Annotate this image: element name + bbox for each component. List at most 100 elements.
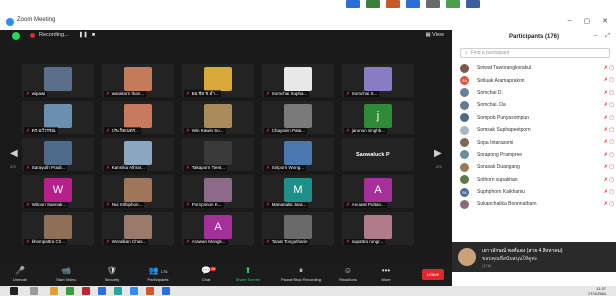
close-icon[interactable]: ✕ bbox=[602, 17, 608, 25]
participant-name: ✗ Woralkan Chas... bbox=[104, 239, 149, 245]
video-tile[interactable]: ✗ khompattra Ch... bbox=[22, 212, 94, 245]
muted-mic-icon: ✗ bbox=[266, 91, 270, 96]
chat-notification[interactable]: เยาวลักษณ์ พงศ์แสง (สาย 4 สิงหาคม) ขอบคุ… bbox=[452, 242, 616, 272]
participant-row[interactable]: SK Suphphorn Kaikhamu ✗ ▢ bbox=[452, 186, 616, 198]
leave-button[interactable]: Leave bbox=[422, 269, 444, 280]
app-icon[interactable] bbox=[98, 287, 106, 295]
taskbar-clock[interactable]: 11:37 27/4/2564 bbox=[588, 286, 606, 296]
view-button[interactable]: ▦ View bbox=[425, 32, 444, 38]
participant-name: Somchai. Da bbox=[477, 102, 506, 109]
participant-row[interactable]: Sorapong Prampree ✗ ▢ bbox=[452, 149, 616, 161]
video-tile[interactable]: ✗ supattra rungr... bbox=[342, 212, 414, 245]
avatar bbox=[460, 100, 469, 110]
participant-list: Siriwat Taworangkorakul ✗ ▢ SA Siriluak Ara… bbox=[452, 62, 616, 211]
app-icon[interactable] bbox=[346, 0, 360, 8]
participant-row[interactable]: Somsak Suphapeetporn ✗ ▢ bbox=[452, 124, 616, 136]
muted-mic-icon: ✗ bbox=[26, 239, 30, 244]
muted-mic-icon: ✗ ▢ bbox=[603, 151, 614, 158]
participant-row[interactable]: Sopa Intarasomi ✗ ▢ bbox=[452, 136, 616, 148]
shield-icon[interactable] bbox=[12, 32, 20, 40]
video-tile[interactable]: ✗ Somchai Supha... bbox=[262, 64, 334, 97]
next-page-arrow-icon[interactable]: ▶ bbox=[434, 148, 442, 159]
maximize-icon[interactable]: ▢ bbox=[584, 17, 591, 25]
app-icon[interactable] bbox=[426, 0, 440, 8]
video-tile[interactable]: ✗ ผอ.ชัย ช.อำ... bbox=[182, 64, 254, 97]
stop-icon[interactable]: ■ bbox=[92, 32, 95, 38]
participant-row[interactable]: Somchai. Da ✗ ▢ bbox=[452, 99, 616, 111]
video-tile[interactable]: ✗ warakorn than... bbox=[102, 64, 174, 97]
security-button[interactable]: 🛡 Security bbox=[94, 266, 130, 282]
chat-button[interactable]: 💬 Chat 16 bbox=[188, 266, 224, 282]
app-icon[interactable] bbox=[82, 287, 90, 295]
participants-button[interactable]: 👥 176 Participants bbox=[140, 266, 176, 282]
participant-row[interactable]: SA Siriluak Aramaprakon ✗ ▢ bbox=[452, 74, 616, 86]
zoom-taskbar-icon[interactable] bbox=[130, 287, 138, 295]
video-tile[interactable]: ✗ ประกิตเนตร... bbox=[102, 101, 174, 134]
participant-name: ✗ Siriporn Wong... bbox=[264, 165, 306, 171]
participant-row[interactable]: Somchai D. ✗ ▢ bbox=[452, 87, 616, 99]
video-tile[interactable]: M ✗ Mananalai Jara... bbox=[262, 175, 334, 208]
participant-name: ✗ Win Kawin So... bbox=[184, 128, 226, 134]
participant-row[interactable]: Sorasak Duangang ✗ ▢ bbox=[452, 161, 616, 173]
participant-row[interactable]: Sukanchalika Boonnatham ✗ ▢ bbox=[452, 198, 616, 210]
participant-name: ✗ Tanat Tongutharin bbox=[264, 239, 310, 245]
minimize-icon[interactable]: – bbox=[594, 33, 597, 40]
app-icon[interactable] bbox=[162, 287, 170, 295]
prev-page-arrow-icon[interactable]: ◀ bbox=[10, 148, 18, 159]
video-tile[interactable]: ✗ Win Kawin So... bbox=[182, 101, 254, 134]
video-tile[interactable]: ✗ Chayanin Pata... bbox=[262, 101, 334, 134]
video-tile[interactable]: ✗ Nui Sithiphon... bbox=[102, 175, 174, 208]
participant-row[interactable]: Sompob Punyasompun ✗ ▢ bbox=[452, 112, 616, 124]
app-icon[interactable] bbox=[406, 0, 420, 8]
muted-mic-icon: ✗ ▢ bbox=[603, 139, 614, 146]
avatar bbox=[284, 141, 312, 165]
video-tile[interactable]: W ✗ Witoon Saenak... bbox=[22, 175, 94, 208]
video-tile[interactable]: ✗ Tanat Tongutharin bbox=[262, 212, 334, 245]
video-tile[interactable]: ✗ Woralkan Chas... bbox=[102, 212, 174, 245]
popout-icon[interactable]: ⤢ bbox=[605, 33, 610, 40]
pause-icon[interactable]: ❚❚ bbox=[79, 32, 88, 38]
muted-mic-icon: ✗ bbox=[186, 165, 190, 170]
minimize-icon[interactable]: – bbox=[568, 17, 572, 25]
participant-name: ✗ Pornpimon K... bbox=[184, 202, 224, 208]
muted-mic-icon: ✗ bbox=[346, 128, 350, 133]
video-tile[interactable]: ✗ Sarayuth Pradi... bbox=[22, 138, 94, 171]
unmute-button[interactable]: 🎤 Unmute bbox=[2, 266, 38, 282]
app-icon[interactable] bbox=[66, 287, 74, 295]
app-icon[interactable] bbox=[466, 0, 480, 8]
app-icon[interactable] bbox=[114, 287, 122, 295]
pause-stop-recording-button[interactable]: ⏸ Pause/Stop Recording bbox=[276, 266, 326, 282]
avatar: SK bbox=[460, 187, 469, 197]
participant-name: ✗ Somchai Supha... bbox=[264, 91, 310, 97]
app-icon[interactable] bbox=[446, 0, 460, 8]
start-video-button[interactable]: 📹 Start Video bbox=[48, 266, 84, 282]
app-icon[interactable] bbox=[146, 287, 154, 295]
muted-mic-icon: ✗ bbox=[106, 165, 110, 170]
video-tile[interactable]: Saowaluck P bbox=[342, 138, 414, 171]
share-screen-button[interactable]: ⬆ Share Screen bbox=[230, 266, 266, 282]
video-tile[interactable]: A ✗ Anuwat Puttan... bbox=[342, 175, 414, 208]
participant-search-input[interactable]: ⌕ Find a participant bbox=[460, 48, 610, 58]
folder-icon[interactable] bbox=[50, 287, 58, 295]
video-tile[interactable]: ✗ Siriporn Wong... bbox=[262, 138, 334, 171]
video-tile[interactable]: ✗ wipawi bbox=[22, 64, 94, 97]
app-icon[interactable] bbox=[386, 0, 400, 8]
video-tile[interactable]: A ✗ Arawan Mongk... bbox=[182, 212, 254, 245]
video-tile[interactable]: ✗ Kannika Athrar... bbox=[102, 138, 174, 171]
participant-row[interactable]: Siriwat Taworangkorakul ✗ ▢ bbox=[452, 62, 616, 74]
search-icon[interactable] bbox=[30, 287, 38, 295]
participant-row[interactable]: Srithorn supakhan ✗ ▢ bbox=[452, 174, 616, 186]
muted-mic-icon: ✗ bbox=[186, 91, 190, 96]
video-tile[interactable]: ✗ ดร.ฉวีวรรณ bbox=[22, 101, 94, 134]
video-tile[interactable]: ✗ Takaporn Tient... bbox=[182, 138, 254, 171]
windows-start-icon[interactable] bbox=[10, 287, 18, 295]
more-button[interactable]: ••• More bbox=[368, 266, 404, 282]
video-tile[interactable]: ✗ Pornpimon K... bbox=[182, 175, 254, 208]
reactions-button[interactable]: ☺ Reactions bbox=[330, 266, 366, 282]
video-tile[interactable]: ✗ Somchai S... bbox=[342, 64, 414, 97]
participant-name: Siriluak Aramaprakon bbox=[477, 77, 525, 84]
app-icon[interactable] bbox=[366, 0, 380, 8]
chat-sender: เยาวลักษณ์ พงศ์แสง (สาย 4 สิงหาคม) bbox=[482, 248, 563, 254]
video-tile[interactable]: j ✗ jarunun singhb... bbox=[342, 101, 414, 134]
avatar: A bbox=[364, 178, 392, 202]
